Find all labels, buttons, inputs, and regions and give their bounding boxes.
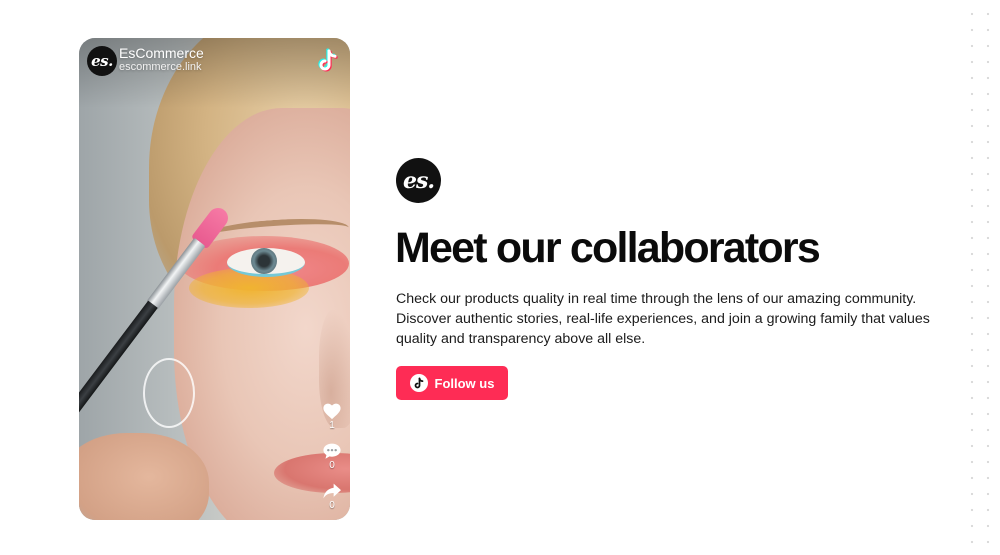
comment-icon <box>323 443 341 459</box>
page-title: Meet our collaborators <box>395 224 821 272</box>
tiktok-icon[interactable] <box>316 48 340 74</box>
share-icon <box>323 483 341 499</box>
tiktok-video-card[interactable]: es. EsCommerce escommerce.link 1 0 0 <box>79 38 350 520</box>
account-avatar[interactable]: es. <box>87 46 117 76</box>
like-count: 1 <box>329 420 335 431</box>
like-action[interactable]: 1 <box>321 402 343 431</box>
dot-pattern <box>960 0 1000 555</box>
account-link[interactable]: escommerce.link <box>119 61 202 73</box>
account-name[interactable]: EsCommerce <box>119 46 204 61</box>
follow-us-label: Follow us <box>434 375 495 391</box>
share-count: 0 <box>329 500 335 511</box>
share-action[interactable]: 0 <box>321 482 343 511</box>
video-iris <box>251 248 277 274</box>
brand-logo: es. <box>396 158 441 203</box>
follow-us-button[interactable]: Follow us <box>396 366 508 400</box>
heart-icon <box>323 403 341 420</box>
video-earring <box>143 358 195 428</box>
tiktok-icon <box>409 374 428 392</box>
comment-action[interactable]: 0 <box>321 442 343 471</box>
comment-count: 0 <box>329 460 335 471</box>
page-description: Check our products quality in real time … <box>396 291 930 347</box>
